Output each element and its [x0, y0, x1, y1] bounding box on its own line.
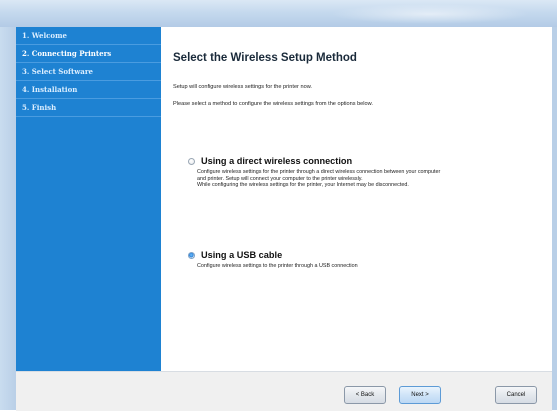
setup-instruction: Please select a method to configure the … — [173, 101, 373, 107]
back-button[interactable]: < Back — [344, 386, 386, 404]
option-usb-cable-head[interactable]: Using a USB cable — [188, 249, 550, 261]
direct-wireless-label[interactable]: Using a direct wireless connection — [201, 156, 352, 166]
sidebar-item-select-software[interactable]: 3. Select Software — [16, 63, 161, 81]
sidebar-item-connecting-printers[interactable]: 2. Connecting Printers — [16, 45, 161, 63]
option-direct-wireless-head[interactable]: Using a direct wireless connection — [188, 155, 550, 167]
window-frame-left — [0, 27, 16, 410]
direct-wireless-desc-line-1: Configure wireless settings for the prin… — [197, 169, 441, 175]
installer-window: 1. Welcome 2. Connecting Printers 3. Sel… — [0, 0, 557, 411]
option-direct-wireless: Using a direct wireless connection Confi… — [188, 155, 550, 189]
dialog-client-area: 1. Welcome 2. Connecting Printers 3. Sel… — [16, 27, 552, 411]
direct-wireless-radio[interactable] — [188, 157, 195, 165]
usb-cable-description: Configure wireless settings to the print… — [197, 263, 550, 270]
main-content: Select the Wireless Setup Method Setup w… — [161, 27, 552, 371]
next-button[interactable]: Next > — [399, 386, 441, 404]
usb-cable-desc-line-1: Configure wireless settings to the print… — [197, 263, 358, 269]
direct-wireless-description: Configure wireless settings for the prin… — [197, 169, 550, 189]
title-bar[interactable] — [0, 0, 557, 27]
window-frame-right — [552, 27, 557, 410]
cancel-button[interactable]: Cancel — [495, 386, 537, 404]
usb-cable-label[interactable]: Using a USB cable — [201, 250, 282, 260]
steps-sidebar: 1. Welcome 2. Connecting Printers 3. Sel… — [16, 27, 161, 371]
usb-cable-radio[interactable] — [188, 251, 195, 259]
option-usb-cable: Using a USB cable Configure wireless set… — [188, 249, 550, 270]
setup-description: Setup will configure wireless settings f… — [173, 84, 312, 90]
page-title: Select the Wireless Setup Method — [173, 52, 357, 64]
sidebar-item-finish[interactable]: 5. Finish — [16, 99, 161, 117]
sidebar-item-installation[interactable]: 4. Installation — [16, 81, 161, 99]
title-bar-sheen — [330, 4, 530, 24]
sidebar-item-welcome[interactable]: 1. Welcome — [16, 27, 161, 45]
button-bar: < Back Next > Cancel — [16, 371, 552, 411]
direct-wireless-desc-line-3: While configuring the wireless settings … — [197, 182, 409, 189]
direct-wireless-desc-line-2: and printer. Setup will connect your com… — [197, 175, 363, 182]
